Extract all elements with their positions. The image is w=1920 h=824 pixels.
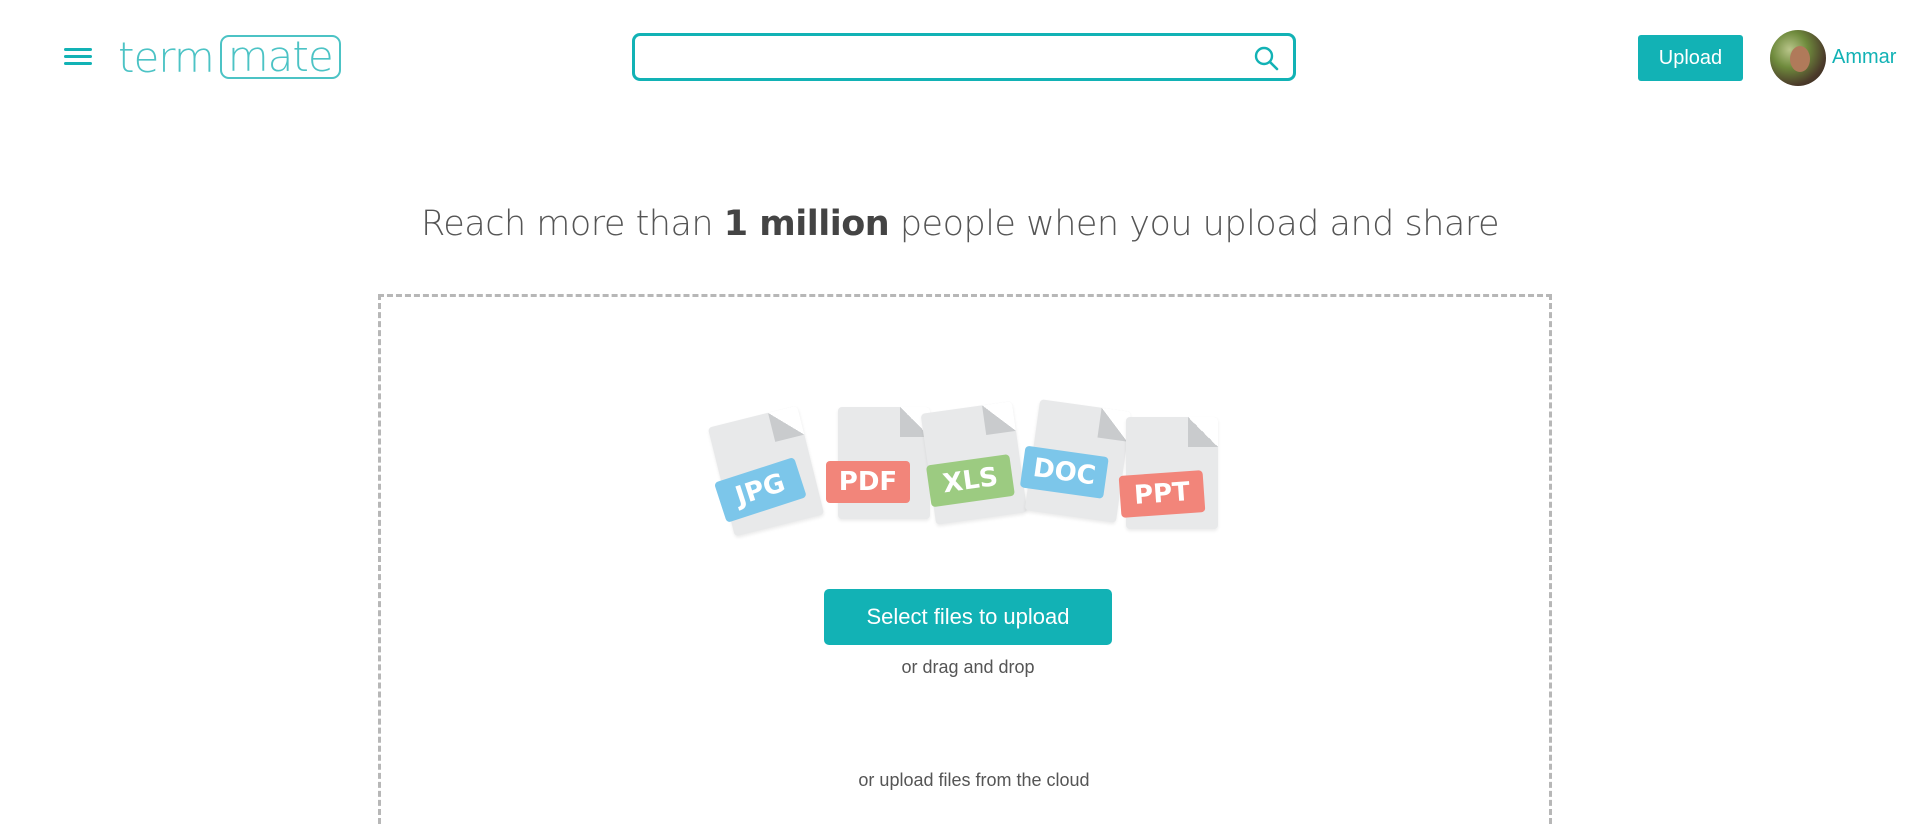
file-type-label: PPT bbox=[1118, 470, 1206, 518]
file-type-label: DOC bbox=[1019, 445, 1109, 499]
headline-prefix: Reach more than bbox=[421, 204, 724, 244]
search-bar bbox=[632, 33, 1296, 81]
jpg-file-icon: JPG bbox=[707, 405, 825, 537]
xls-file-icon: XLS bbox=[920, 401, 1028, 525]
headline-suffix: people when you upload and share bbox=[889, 204, 1500, 244]
cloud-upload-hint[interactable]: or upload files from the cloud bbox=[0, 770, 1920, 791]
drag-drop-hint: or drag and drop bbox=[901, 657, 1035, 677]
page-headline: Reach more than 1 million people when yo… bbox=[0, 204, 1920, 244]
upload-dropzone[interactable] bbox=[378, 294, 1552, 824]
upload-button[interactable]: Upload bbox=[1638, 35, 1743, 81]
avatar-face bbox=[1790, 46, 1810, 72]
logo[interactable]: term mate bbox=[118, 32, 341, 82]
logo-term: term bbox=[118, 32, 215, 82]
select-files-button[interactable]: Select files to upload bbox=[824, 589, 1112, 645]
file-type-label: JPG bbox=[713, 456, 807, 523]
doc-file-icon: DOC bbox=[1019, 399, 1132, 523]
logo-mate: mate bbox=[219, 35, 341, 79]
hamburger-menu-icon[interactable] bbox=[64, 48, 92, 66]
file-type-label: XLS bbox=[925, 454, 1015, 508]
header: term mate Upload Ammar bbox=[0, 0, 1920, 115]
headline-emphasis: 1 million bbox=[723, 204, 890, 244]
search-icon[interactable] bbox=[1253, 45, 1279, 71]
ppt-file-icon: PPT bbox=[1118, 417, 1218, 529]
pdf-file-icon: PDF bbox=[826, 407, 930, 519]
avatar[interactable] bbox=[1770, 30, 1826, 86]
search-input[interactable] bbox=[645, 36, 1235, 78]
user-name-link[interactable]: Ammar bbox=[1832, 46, 1896, 69]
file-type-label: PDF bbox=[826, 461, 910, 503]
file-type-illustration: JPG PDF XLS DOC PPT bbox=[707, 399, 1230, 545]
